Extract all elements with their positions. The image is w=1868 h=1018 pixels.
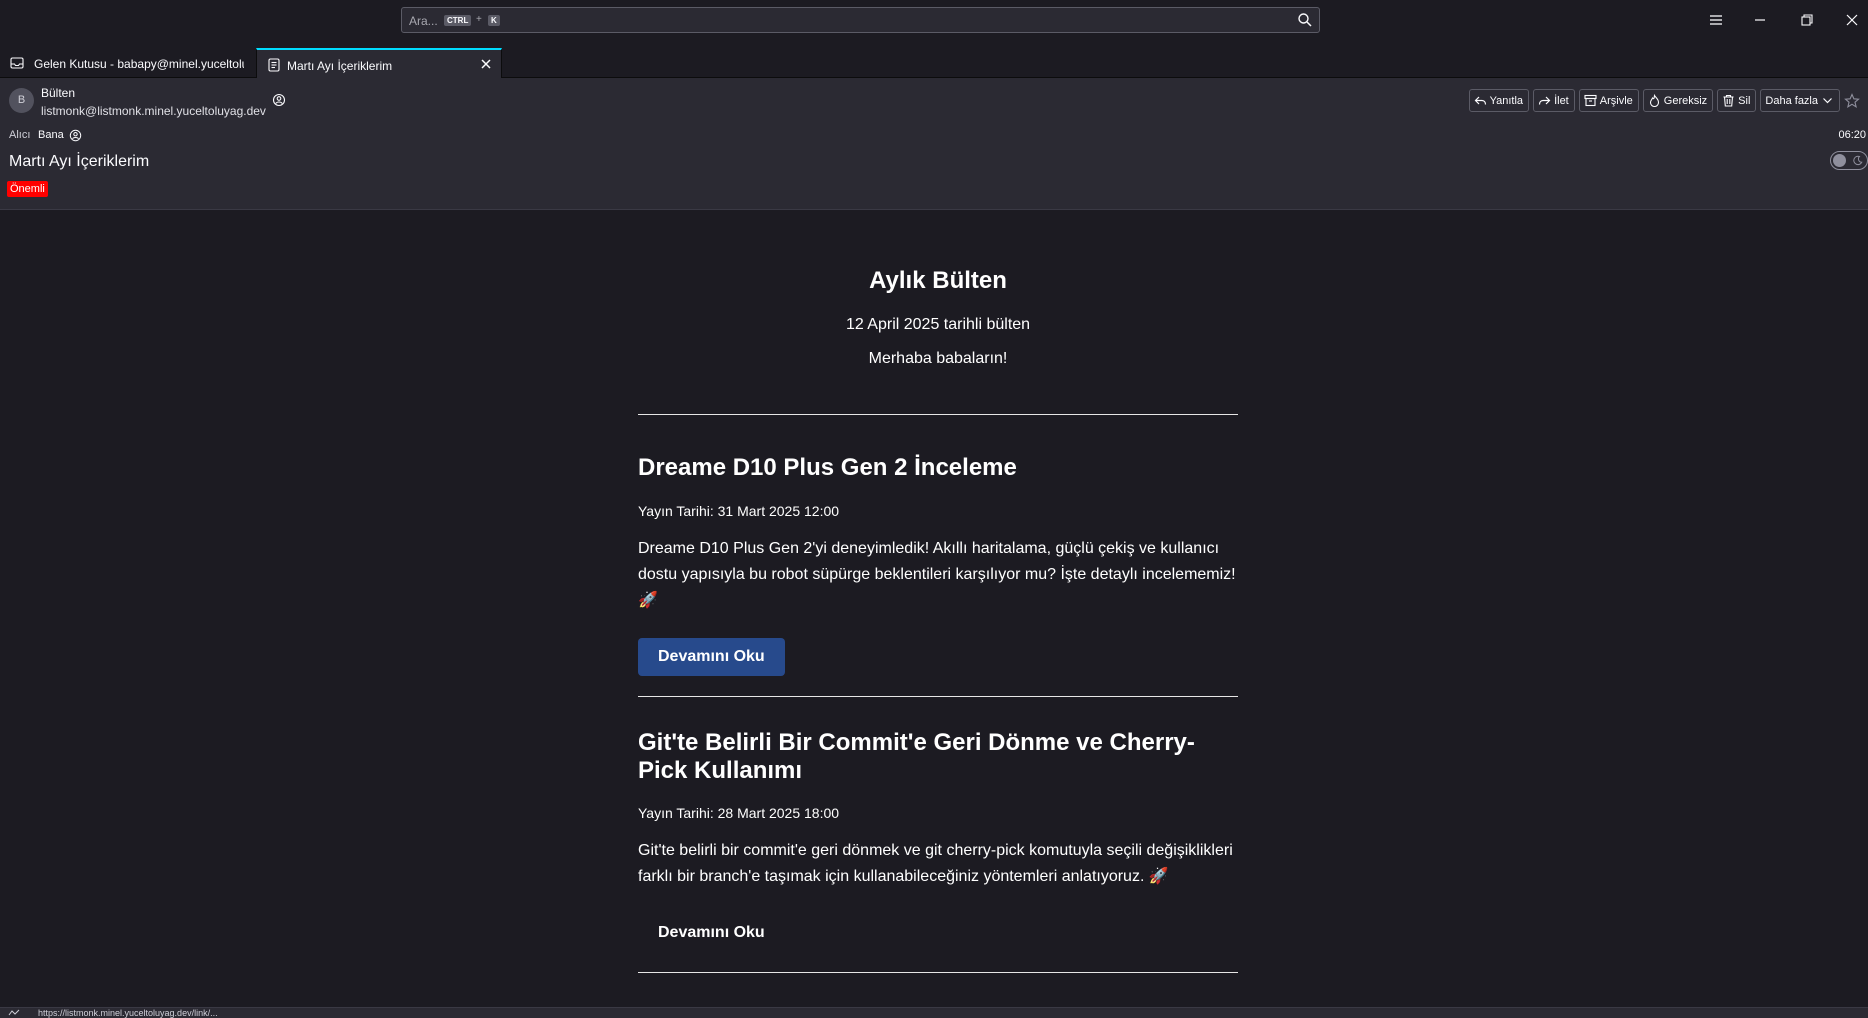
archive-label: Arşivle [1599,94,1633,107]
sender-name[interactable]: Bülten [41,86,75,100]
article-description: Git'te belirli bir commit'e geri dönmek … [638,842,1233,885]
message-time: 06:20 [1838,129,1866,141]
tab-message-label: Martı Ayı İçeriklerim [287,59,393,73]
tab-strip: Gelen Kutusu - babapy@minel.yuceltoluyag… [0,42,1868,78]
archive-button[interactable]: Arşivle [1578,89,1639,112]
tab-message[interactable]: Martı Ayı İçeriklerim [256,48,502,78]
newsletter-title: Aylık Bülten [869,267,1007,294]
more-label: Daha fazla [1765,94,1818,107]
delete-button[interactable]: Sil [1717,89,1757,112]
shortcut-key-ctrl: CTRL [444,15,472,26]
forward-label: İlet [1554,94,1569,107]
newsletter-date: 12 April 2025 tarihli bülten [845,316,1031,333]
divider [638,972,1238,973]
junk-label: Gereksiz [1663,94,1708,107]
message-body: Aylık Bülten 12 April 2025 tarihli bülte… [0,211,1868,1007]
close-window-icon[interactable] [1841,9,1863,31]
shortcut-key-k: K [488,15,500,26]
inbox-icon [10,57,24,69]
toggle-knob [1833,154,1846,167]
junk-button[interactable]: Gereksiz [1642,89,1714,112]
dark-mode-toggle[interactable] [1830,151,1868,170]
message-icon [268,58,280,72]
delete-label: Sil [1738,94,1751,107]
status-url: https://listmonk.minel.yuceltoluyag.dev/… [38,1008,218,1018]
message-actions: Yanıtla İlet Arşivle Gereksiz Sil Daha f… [1468,89,1840,112]
message-header: B Bülten listmonk@listmonk.minel.yucelto… [0,78,1868,210]
search-placeholder: Ara... [409,14,438,28]
activity-icon [8,1009,20,1016]
title-bar: Ara... CTRL + K [0,0,1868,42]
article-date: Yayın Tarihi: 28 Mart 2025 18:00 [638,805,840,821]
forward-button[interactable]: İlet [1533,89,1575,112]
read-more-button[interactable]: Devamını Oku [638,914,785,952]
star-icon[interactable] [1844,93,1860,109]
article-description: Dreame D10 Plus Gen 2'yi deneyimledik! A… [638,540,1236,609]
minimize-icon[interactable] [1749,9,1771,31]
add-contact-icon[interactable] [272,93,286,107]
shortcut-plus: + [476,14,482,25]
archive-icon [1584,94,1597,107]
newsletter-greeting: Merhaba babaların! [868,350,1008,367]
divider [638,414,1238,415]
avatar: B [9,88,34,113]
restore-icon[interactable] [1796,9,1818,31]
trash-icon [1723,94,1734,107]
tag-badge[interactable]: Önemli [7,181,48,197]
reply-label: Yanıtla [1489,94,1524,107]
article-title[interactable]: Dreame D10 Plus Gen 2 İnceleme [638,454,1238,482]
reply-button[interactable]: Yanıtla [1468,89,1530,112]
menu-icon[interactable] [1705,9,1727,31]
more-button[interactable]: Daha fazla [1760,89,1840,112]
moon-icon [1853,155,1863,166]
contact-icon[interactable] [69,129,82,142]
article-title[interactable]: Git'te Belirli Bir Commit'e Geri Dönme v… [638,729,1238,785]
message-subject: Martı Ayı İçeriklerim [9,153,150,170]
read-more-button[interactable]: Devamını Oku [638,638,785,676]
search-box[interactable]: Ara... CTRL + K [401,7,1320,33]
recipient-label: Alıcı [9,129,31,141]
article-date: Yayın Tarihi: 31 Mart 2025 12:00 [638,503,840,519]
junk-icon [1649,94,1659,107]
close-tab-icon[interactable] [479,57,493,71]
reply-icon [1474,96,1486,105]
divider [638,696,1238,697]
sender-email[interactable]: listmonk@listmonk.minel.yuceltoluyag.dev [41,104,266,118]
chevron-down-icon [1823,98,1832,104]
search-icon[interactable] [1297,12,1313,28]
status-bar: https://listmonk.minel.yuceltoluyag.dev/… [0,1007,1868,1018]
tab-inbox[interactable]: Gelen Kutusu - babapy@minel.yuceltoluyag… [0,48,256,78]
recipient-value[interactable]: Bana [38,129,64,141]
tab-inbox-label: Gelen Kutusu - babapy@minel.yuceltoluyag… [34,57,244,71]
forward-icon [1538,96,1551,105]
